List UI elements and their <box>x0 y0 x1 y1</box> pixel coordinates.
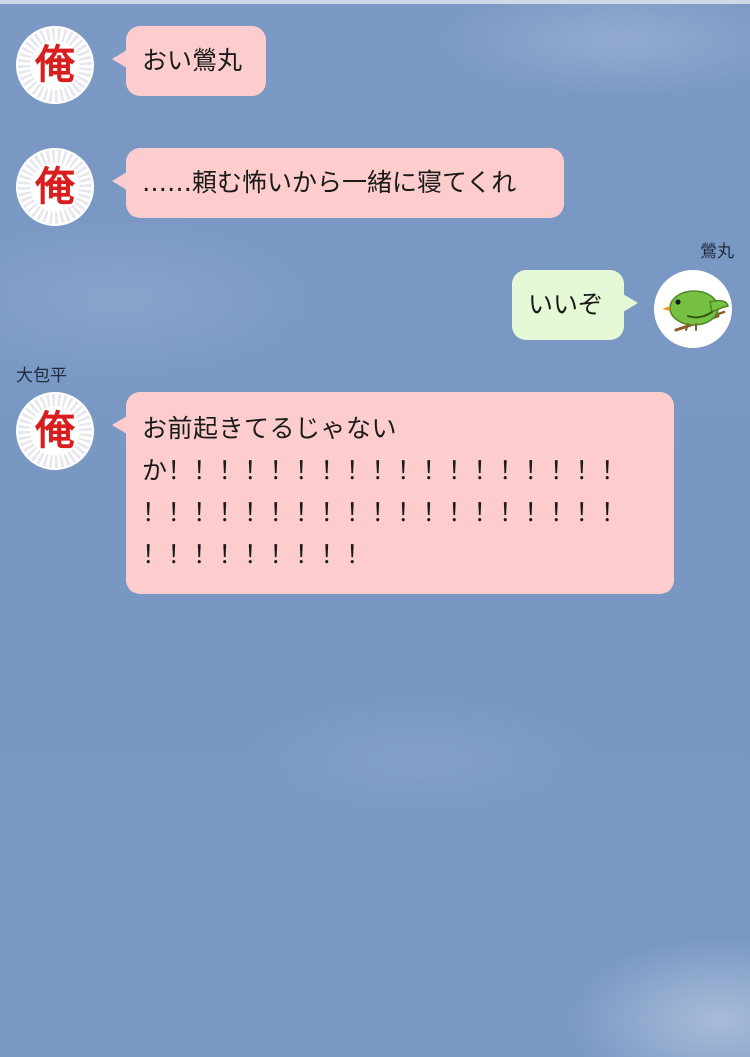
message-bubble[interactable]: お前起きてるじゃない か！！！！！！！！！！！！！！！！！！ ！！！！！！！！！… <box>112 392 674 594</box>
avatar[interactable]: 俺 <box>16 148 94 226</box>
message-text-line: か！！！！！！！！！！！！！！！！！！ <box>142 456 627 485</box>
message-text: いいぞ <box>528 290 604 319</box>
avatar-kanji: 俺 <box>35 163 75 210</box>
avatar-kanji: 俺 <box>35 407 75 454</box>
message-text-line: ！！！！！！！！！ <box>142 540 372 569</box>
avatar[interactable]: 俺 <box>16 26 94 104</box>
sender-name: 鶯丸 <box>700 242 734 262</box>
message-text: おい鶯丸 <box>142 46 243 75</box>
avatar-kanji: 俺 <box>35 41 75 88</box>
message-text-line: お前起きてるじゃない <box>142 414 398 443</box>
message-bubble[interactable]: ……頼む怖いから一緒に寝てくれ <box>112 148 564 218</box>
message-bubble[interactable]: おい鶯丸 <box>112 26 266 96</box>
green-bird-icon <box>662 290 729 332</box>
avatar[interactable]: 俺 <box>16 392 94 470</box>
avatar[interactable] <box>654 270 732 348</box>
message-bubble[interactable]: いいぞ <box>512 270 638 340</box>
message-text: ……頼む怖いから一緒に寝てくれ <box>142 168 517 197</box>
sender-name: 大包平 <box>16 366 67 386</box>
top-divider <box>0 0 750 4</box>
message-text-line: ！！！！！！！！！！！！！！！！！！！ <box>142 498 627 527</box>
